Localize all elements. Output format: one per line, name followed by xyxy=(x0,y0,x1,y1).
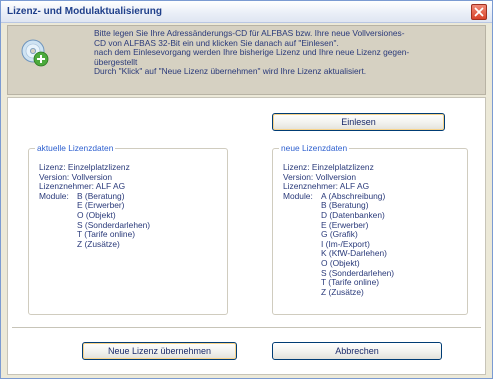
title-bar[interactable]: Lizenz- und Modulaktualisierung xyxy=(1,1,492,23)
module-item: Z (Zusätze) xyxy=(77,238,120,249)
new-license-legend: neue Lizenzdaten xyxy=(279,143,350,153)
info-panel: Bitte legen Sie Ihre Adressänderungs-CD … xyxy=(7,25,486,95)
window-title: Lizenz- und Modulaktualisierung xyxy=(7,6,162,17)
info-text: Bitte legen Sie Ihre Adressänderungs-CD … xyxy=(94,28,474,77)
einlesen-button[interactable]: Einlesen xyxy=(272,113,445,131)
current-license-details: Lizenz: Einzelplatzlizenz Version: Vollv… xyxy=(39,162,150,250)
current-license-group: aktuelle Lizenzdaten Lizenz: Einzelplatz… xyxy=(28,143,228,315)
new-license-details: Lizenz: Einzelplatzlizenz Version: Vollv… xyxy=(283,162,394,298)
client-area: Einlesen aktuelle Lizenzdaten Lizenz: Ei… xyxy=(7,97,486,375)
info-line: Durch "Klick" auf "Neue Lizenz übernehme… xyxy=(94,66,367,77)
dialog-window: Lizenz- und Modulaktualisierung Bitte le… xyxy=(0,0,493,379)
cd-add-icon xyxy=(21,39,49,67)
close-icon xyxy=(474,7,484,17)
current-modules: Module: B (Beratung) E (Erwerber) O (Obj… xyxy=(39,190,150,250)
new-modules-label: Module: xyxy=(283,190,313,201)
info-line: nach dem Einlesevorgang werden Ihre bish… xyxy=(94,47,410,58)
current-modules-label: Module: xyxy=(39,190,69,201)
new-modules: Module: A (Abschreibung) B (Beratung) D … xyxy=(283,190,394,298)
module-item: Z (Zusätze) xyxy=(321,286,364,297)
new-modules-list: A (Abschreibung) B (Beratung) D (Datenba… xyxy=(321,191,394,298)
close-button[interactable] xyxy=(471,4,487,20)
current-modules-list: B (Beratung) E (Erwerber) O (Objekt) S (… xyxy=(77,191,150,250)
new-license-group: neue Lizenzdaten Lizenz: Einzelplatzlize… xyxy=(272,143,468,315)
footer-separator xyxy=(12,327,481,329)
neue-lizenz-button[interactable]: Neue Lizenz übernehmen xyxy=(82,342,237,360)
current-license-legend: aktuelle Lizenzdaten xyxy=(35,143,116,153)
abbrechen-button[interactable]: Abbrechen xyxy=(272,342,442,360)
